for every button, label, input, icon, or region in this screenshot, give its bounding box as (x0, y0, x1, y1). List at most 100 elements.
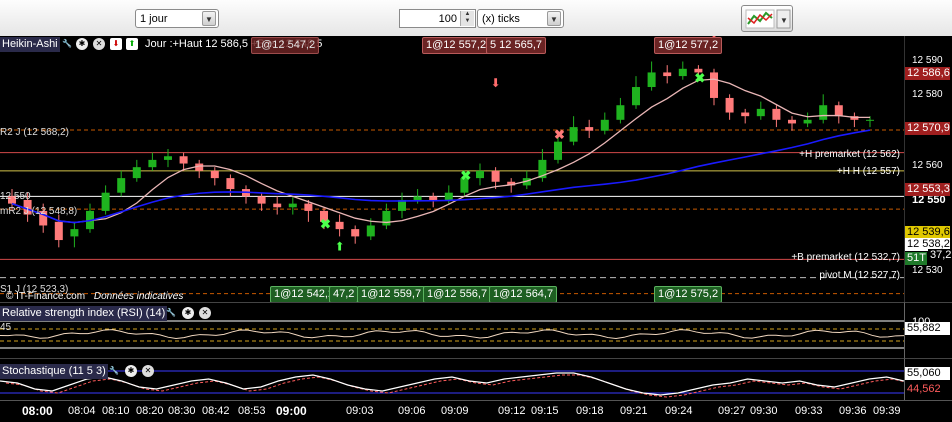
candle-body (554, 141, 562, 160)
time-axis-label: 09:36 (839, 405, 867, 417)
candle-body (585, 127, 594, 131)
candle-body (148, 159, 157, 168)
tick-unit-value: (x) ticks (482, 13, 520, 25)
time-axis-label: 09:30 (750, 405, 778, 417)
candle-body (444, 192, 453, 200)
price-tag-volume: 51T (905, 252, 927, 265)
rsi-panel[interactable]: Relative strength index (RSI) (14) 🔧 ✱ ✕… (0, 302, 904, 359)
candle-body (476, 170, 484, 179)
tick-count-value: 100 (438, 13, 457, 25)
signal-cross-marker: ✖ (554, 127, 565, 142)
period-value: 1 jour (140, 13, 168, 25)
svg-text:▼: ▼ (780, 16, 788, 25)
candle-body (834, 105, 843, 117)
wrench-icon[interactable]: 🔧 (108, 365, 120, 377)
indicator-label[interactable]: Heikin-Ashi (0, 37, 60, 52)
price-tick: 12 590 (912, 55, 943, 66)
signal-cross-marker: ✖ (460, 168, 471, 183)
time-axis-label: 09:03 (346, 405, 374, 417)
time-axis-label: 09:09 (441, 405, 469, 417)
rsi-label[interactable]: Relative strength index (RSI) (14) (0, 306, 168, 321)
time-axis-label: 09:15 (531, 405, 559, 417)
trade-order-top-3[interactable]: 1@12 577,2 (654, 37, 723, 54)
trade-order-bottom-5[interactable]: 1@12 564,7 (489, 286, 558, 303)
candle-body (351, 229, 360, 237)
chevron-down-icon[interactable]: ▼ (547, 11, 561, 26)
trade-order-bottom-1[interactable]: 1@12 542,2 (270, 286, 339, 303)
level-label-12550: 12 550 (0, 191, 31, 202)
close-icon[interactable]: ✕ (199, 307, 211, 319)
stoch-panel[interactable]: Stochastique (11 5 3) 🔧 ✱ ✕ (0, 358, 904, 401)
time-axis-label: 09:00 (276, 404, 307, 418)
candle-body (257, 196, 266, 204)
candle-body (164, 156, 172, 160)
trade-order-overlap[interactable]: 1@12 547,2 (251, 37, 320, 54)
candle-body (101, 192, 110, 211)
candle-body (117, 178, 126, 193)
candle-body (179, 156, 188, 164)
watermark-brand: © IT-Finance.com (6, 291, 86, 302)
level-label-mr2: mR2 J (12 548,8) (0, 206, 78, 217)
time-axis-label: 08:53 (238, 405, 266, 417)
time-axis-label: 08:42 (202, 405, 230, 417)
chart-type-button[interactable]: ▼ (741, 5, 793, 32)
toolbar: 1 jour ▼ 100 ▲ ▼ (x) ticks ▼ ▼ (0, 0, 952, 37)
wrench-icon[interactable]: 🔧 (61, 38, 73, 50)
level-label-h-premarket: +H premarket (12 562) (799, 149, 900, 160)
settings-icon[interactable]: ✱ (182, 307, 194, 319)
time-axis-label: 09:27 (718, 405, 746, 417)
stoch-main-line (0, 372, 904, 396)
signal-arrow-up: ⬆ (335, 239, 345, 253)
period-select[interactable]: 1 jour ▼ (135, 9, 219, 28)
settings-icon[interactable]: ✱ (125, 365, 137, 377)
close-icon[interactable]: ✕ (142, 365, 154, 377)
wrench-icon[interactable]: 🔧 (165, 307, 177, 319)
candle-body (429, 196, 438, 200)
candle-body (288, 203, 297, 208)
time-axis-label: 09:24 (665, 405, 693, 417)
close-icon[interactable]: ✕ (93, 38, 105, 50)
trade-order-bottom-4[interactable]: 1@12 556,7 (423, 286, 492, 303)
candle-body (413, 196, 422, 200)
candle-body (725, 97, 734, 113)
candle-body (616, 105, 625, 120)
price-chart-panel[interactable]: ✖✖✖✖⬇⬇⬆ Heikin-Ashi 🔧 ✱ ✕ ⬇ ⬆ Jour :+Hau… (0, 36, 904, 303)
time-axis-label: 09:39 (873, 405, 901, 417)
tick-unit-select[interactable]: (x) ticks ▼ (477, 9, 564, 28)
signal-cross-marker: ✖ (320, 216, 331, 231)
price-tick: 12 560 (912, 160, 943, 171)
price-tick: 12 530 (912, 265, 943, 276)
candle-body (70, 229, 79, 237)
candle-body (273, 203, 282, 208)
candle-body (819, 105, 828, 120)
trade-order-bottom-2[interactable]: 47,2 (329, 286, 359, 303)
trade-order-bottom-3[interactable]: 1@12 559,7 (357, 286, 426, 303)
rsi-value-tag: 55,882 (905, 322, 950, 335)
signal-arrow-down: ⬇ (491, 76, 501, 90)
arrow-up-icon[interactable]: ⬆ (126, 38, 138, 50)
trade-order-top-2[interactable]: 5 12 565,7 (486, 37, 546, 54)
stoch-chart[interactable] (0, 359, 904, 401)
time-axis-label: 09:18 (576, 405, 604, 417)
level-label-pivot: pivot M (12 527,7) (819, 270, 900, 281)
candle-body (335, 221, 344, 230)
stoch-label[interactable]: Stochastique (11 5 3) (0, 364, 108, 379)
candle-body (647, 72, 656, 88)
price-chart[interactable]: ✖ ✖ ✖ ✖ ⬇ ⬇ ⬆ (0, 36, 904, 302)
candle-body (569, 127, 578, 142)
price-tag-low: 12 553,3 (905, 183, 950, 196)
trade-order-bottom-6[interactable]: 1@12 575,2 (654, 286, 723, 303)
candle-body (491, 170, 500, 182)
time-axis-label: 08:30 (168, 405, 196, 417)
tick-count-input[interactable]: 100 ▲ ▼ (399, 9, 476, 28)
time-axis-label: 09:06 (398, 405, 426, 417)
candle-body (678, 68, 687, 77)
price-tag-last: 12 570,9 (905, 122, 950, 135)
settings-icon[interactable]: ✱ (76, 38, 88, 50)
trade-order-top-1[interactable]: 1@12 557,2 (422, 37, 491, 54)
spinner-icon[interactable]: ▲ ▼ (460, 11, 474, 26)
candle-body (741, 112, 750, 117)
arrow-down-icon[interactable]: ⬇ (110, 38, 122, 50)
chevron-down-icon[interactable]: ▼ (202, 11, 216, 26)
time-axis-label: 09:33 (795, 405, 823, 417)
